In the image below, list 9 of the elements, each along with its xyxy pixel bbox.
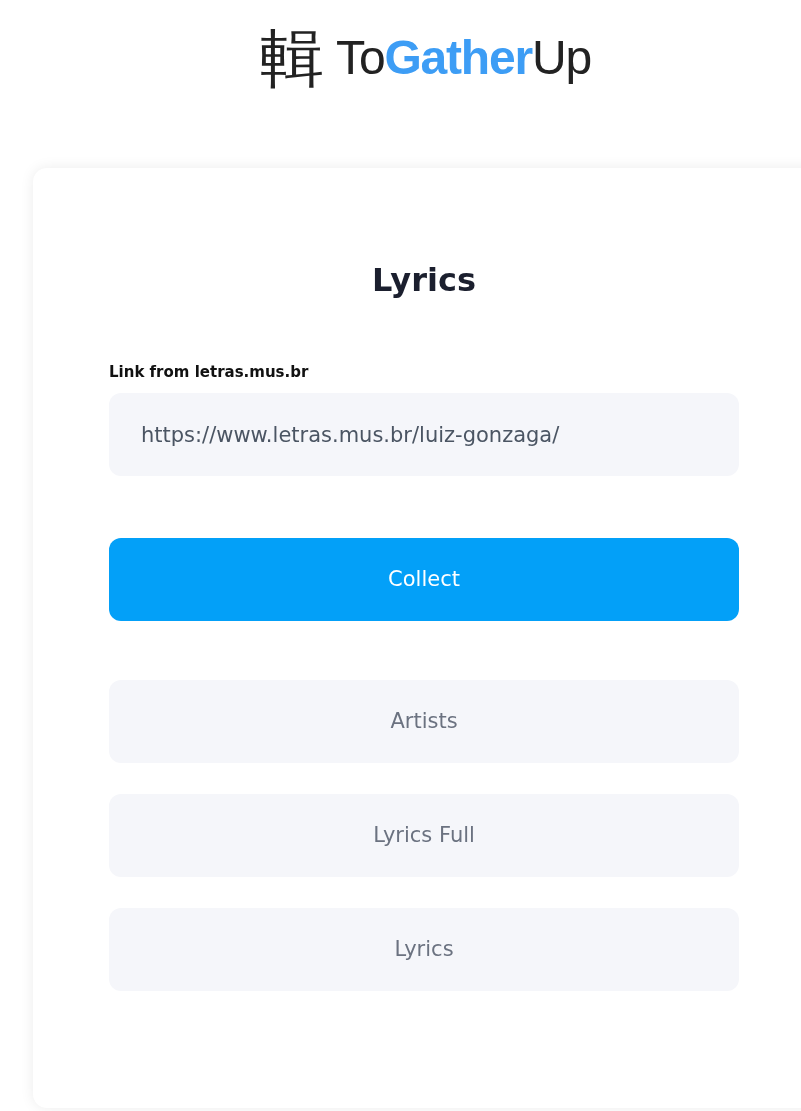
logo-glyph: 輯 <box>260 26 325 90</box>
option-button[interactable]: Lyrics <box>109 908 739 991</box>
card-title: Lyrics <box>371 260 477 300</box>
option-button[interactable]: Artists <box>109 680 739 763</box>
logo-text: ToGatherUp <box>336 34 591 82</box>
collect-button[interactable]: Collect <box>109 538 739 621</box>
link-field[interactable]: https://www.letras.mus.br/luiz-gonzaga/ <box>109 393 739 476</box>
option-button[interactable]: Lyrics Full <box>109 794 739 877</box>
field-label: Link from letras.mus.br <box>109 362 310 382</box>
